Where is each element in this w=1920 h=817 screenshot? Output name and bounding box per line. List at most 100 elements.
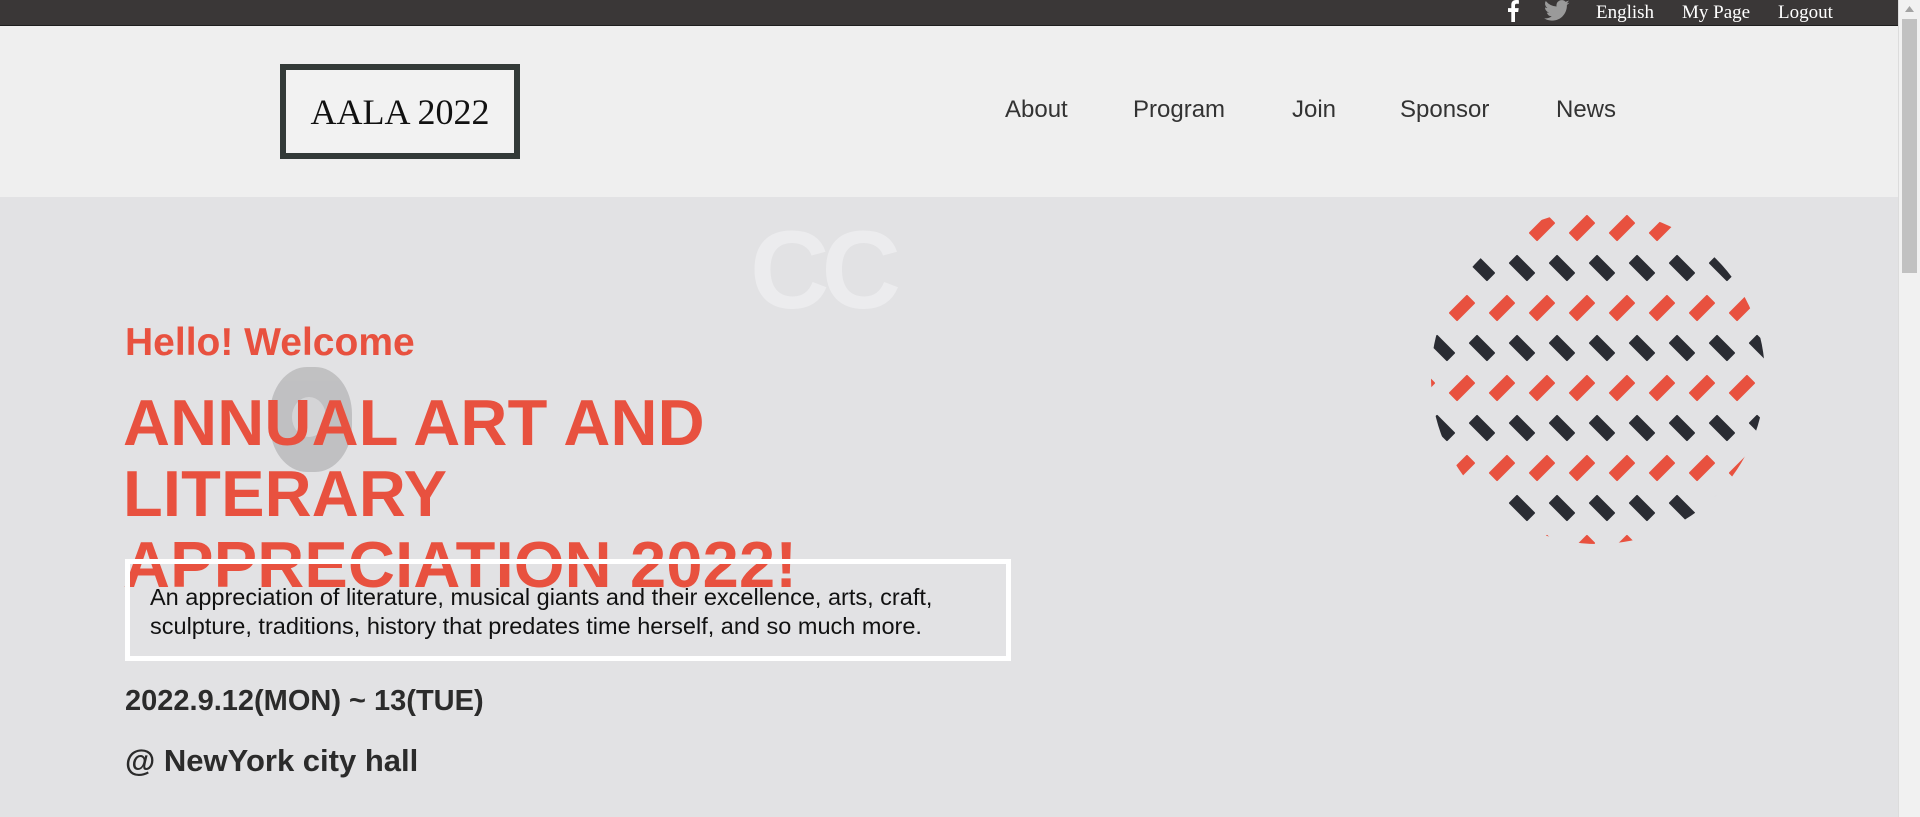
pattern-dash <box>1648 214 1676 242</box>
pattern-dash <box>1648 534 1676 544</box>
pattern-dash <box>1431 334 1456 362</box>
pattern-dash <box>1688 214 1716 242</box>
pattern-dash <box>1708 414 1736 442</box>
pattern-dash <box>1431 454 1436 482</box>
pattern-dash <box>1628 254 1656 282</box>
pattern-dash <box>1468 334 1496 362</box>
pattern-dash <box>1448 534 1476 544</box>
pattern-dash <box>1608 454 1636 482</box>
pattern-dash <box>1628 334 1656 362</box>
background-decoration: CC <box>750 209 901 332</box>
my-page-link[interactable]: My Page <box>1682 0 1750 26</box>
scrollbar-thumb[interactable] <box>1902 19 1917 273</box>
hero-section: CC Hello! Welcome ANNUAL ART AND LITERAR… <box>0 197 1898 817</box>
pattern-dash <box>1748 414 1765 442</box>
pattern-dash <box>1588 414 1616 442</box>
pattern-dash <box>1568 214 1596 242</box>
pattern-dash <box>1488 454 1516 482</box>
nav-about[interactable]: About <box>1005 96 1068 124</box>
main-nav: About Program Join Sponsor News <box>0 96 1898 130</box>
pattern-dash <box>1668 334 1696 362</box>
pattern-dash <box>1568 454 1596 482</box>
scroll-up-arrow-icon[interactable] <box>1899 0 1920 17</box>
pattern-dash <box>1568 534 1596 544</box>
pattern-dash <box>1548 254 1576 282</box>
pattern-dash <box>1748 254 1765 282</box>
pattern-dash <box>1728 214 1756 242</box>
welcome-greeting: Hello! Welcome <box>125 321 415 364</box>
pattern-dash <box>1728 534 1756 544</box>
pattern-dash <box>1548 494 1576 522</box>
facebook-icon[interactable] <box>1502 0 1524 22</box>
pattern-dash <box>1448 294 1476 322</box>
nav-program[interactable]: Program <box>1133 96 1225 124</box>
pattern-dash <box>1468 254 1496 282</box>
pattern-dash <box>1488 534 1516 544</box>
pattern-dash <box>1448 454 1476 482</box>
pattern-dash <box>1748 494 1765 522</box>
pattern-dash <box>1688 534 1716 544</box>
pattern-dash <box>1728 374 1756 402</box>
pattern-dash <box>1528 534 1556 544</box>
pattern-dash <box>1431 254 1456 282</box>
event-dates: 2022.9.12(MON) ~ 13(TUE) <box>125 685 484 717</box>
pattern-dash <box>1448 214 1476 242</box>
pattern-dash <box>1648 454 1676 482</box>
language-english-link[interactable]: English <box>1596 0 1654 26</box>
site-header: AALA 2022 About Program Join Sponsor New… <box>0 26 1898 197</box>
top-utility-bar: English My Page Logout <box>0 0 1898 26</box>
pattern-dash <box>1508 334 1536 362</box>
pattern-dash <box>1588 334 1616 362</box>
pattern-dash <box>1431 494 1456 522</box>
pattern-dash <box>1508 414 1536 442</box>
pattern-dash <box>1448 374 1476 402</box>
pattern-dash <box>1728 454 1756 482</box>
pattern-dash <box>1608 534 1636 544</box>
pattern-dash <box>1568 374 1596 402</box>
pattern-dash <box>1628 414 1656 442</box>
pattern-dash <box>1608 374 1636 402</box>
nav-sponsor[interactable]: Sponsor <box>1400 96 1489 124</box>
pattern-dash <box>1548 334 1576 362</box>
pattern-dash <box>1488 214 1516 242</box>
event-description: An appreciation of literature, musical g… <box>125 559 1011 661</box>
pattern-dash <box>1528 214 1556 242</box>
nav-join[interactable]: Join <box>1292 96 1336 124</box>
pattern-dash <box>1431 214 1436 242</box>
event-venue: @ NewYork city hall <box>125 743 419 778</box>
pattern-dash <box>1431 294 1436 322</box>
pattern-dash <box>1431 374 1436 402</box>
pattern-dash <box>1588 494 1616 522</box>
pattern-dash <box>1431 414 1456 442</box>
pattern-dash <box>1608 214 1636 242</box>
pattern-dash <box>1488 374 1516 402</box>
pattern-dash <box>1728 294 1756 322</box>
pattern-dash <box>1668 254 1696 282</box>
twitter-icon[interactable] <box>1543 0 1571 22</box>
nav-news[interactable]: News <box>1556 96 1616 124</box>
pattern-dash <box>1688 294 1716 322</box>
pattern-dash <box>1668 414 1696 442</box>
pattern-dash <box>1628 494 1656 522</box>
pattern-dash <box>1688 374 1716 402</box>
pattern-dash <box>1468 494 1496 522</box>
pattern-dash <box>1708 334 1736 362</box>
pattern-dash <box>1568 294 1596 322</box>
pattern-dash <box>1608 294 1636 322</box>
pattern-dash <box>1588 254 1616 282</box>
page-scrollbar[interactable] <box>1898 0 1920 817</box>
pattern-dash <box>1468 414 1496 442</box>
pattern-dash <box>1688 454 1716 482</box>
pattern-dash <box>1548 414 1576 442</box>
pattern-dash <box>1488 294 1516 322</box>
pattern-dash <box>1668 494 1696 522</box>
logout-link[interactable]: Logout <box>1778 0 1833 26</box>
headline-line-1: ANNUAL ART AND LITERARY <box>123 386 705 530</box>
pattern-dash <box>1708 254 1736 282</box>
pattern-dash <box>1748 334 1765 362</box>
pattern-dash <box>1648 294 1676 322</box>
pattern-dash <box>1528 374 1556 402</box>
pattern-dash <box>1508 254 1536 282</box>
pattern-dash <box>1431 534 1436 544</box>
pattern-dash <box>1648 374 1676 402</box>
